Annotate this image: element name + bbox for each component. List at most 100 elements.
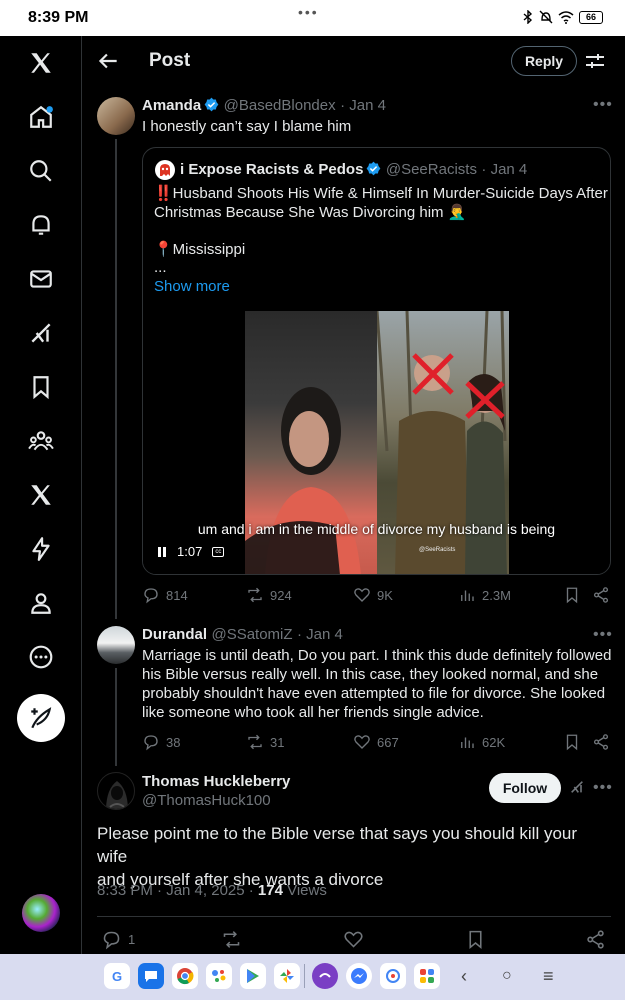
quote-text-line: ‼️Husband Shoots His Wife & Himself In M… [154,185,608,202]
avatar[interactable] [97,97,135,135]
left-navigation [0,36,82,954]
video-player[interactable]: @SeeRacists um and i am in the middle of… [143,310,610,574]
video-watermark: @SeeRacists [419,547,455,553]
reply-action[interactable]: 1 [101,929,135,950]
bookmark-icon[interactable] [563,733,581,751]
follow-button[interactable]: Follow [489,773,561,803]
author-name[interactable]: Thomas Huckleberry [142,773,290,790]
reply-count: 1 [128,932,136,947]
share-icon[interactable] [592,733,610,751]
quote-author-line: i Expose Racists & Pedos @SeeRacists · J… [180,161,527,179]
like-action[interactable]: 9K [353,586,393,604]
post-header: Post Reply [83,36,625,86]
share-icon[interactable] [592,586,610,604]
messages-app-icon[interactable] [138,963,164,989]
play-store-app-icon[interactable] [240,963,266,989]
repost-count: 31 [270,734,285,750]
bookmarks-icon[interactable] [22,368,60,406]
multiwindow-dots-icon[interactable]: ••• [298,4,319,20]
messenger-app-icon[interactable] [346,963,372,989]
repost-action[interactable]: 924 [246,586,292,604]
views-action[interactable]: 2.3M [458,586,511,604]
app-grid-icon[interactable] [414,963,440,989]
compose-post-button[interactable] [17,694,65,742]
reply-bubble-icon [103,931,120,950]
main-post-text: Please point me to the Bible verse that … [97,822,607,891]
post-text-line: Marriage is until death, Do you part. I … [142,647,612,664]
reply-count: 38 [166,734,181,750]
communities-icon[interactable] [22,422,60,460]
more-options-icon[interactable]: ••• [593,779,613,797]
assistant-app-icon[interactable] [206,963,232,989]
thread-line [115,139,117,619]
chrome-app-icon[interactable] [172,963,198,989]
home-nav-icon[interactable]: ○ [502,967,512,985]
quote-avatar [155,160,175,180]
pinwheel-app-icon[interactable] [274,963,300,989]
avatar[interactable] [97,626,135,664]
status-bar: 8:39 PM ••• 66 [0,0,625,36]
pause-icon[interactable] [157,546,167,557]
quote-author-handle: @SeeRacists [385,161,477,178]
search-icon[interactable] [22,152,60,190]
repost-icon [248,587,262,603]
google-app-icon[interactable]: G [104,963,130,989]
home-icon[interactable] [22,98,60,136]
x-logo-icon[interactable] [22,44,60,82]
quoted-post-card[interactable]: i Expose Racists & Pedos @SeeRacists · J… [142,147,611,575]
post-author-line: Durandal @SSatomiZ · Jan 4 [142,626,343,644]
avatar[interactable] [97,772,135,810]
author-handle[interactable]: @SSatomiZ [211,626,292,643]
back-arrow-icon[interactable] [95,48,121,74]
lightning-icon[interactable] [22,530,60,568]
camera-lens-app-icon[interactable] [380,963,406,989]
quote-location: 📍Mississippi [154,241,246,258]
system-taskbar: G ‹ ○ ≡ [0,954,625,1000]
author-handle[interactable]: @BasedBlondex [224,97,336,114]
bookmark-icon[interactable] [563,586,581,604]
recents-nav-icon[interactable]: ≡ [543,966,554,987]
author-name[interactable]: Durandal [142,626,207,643]
bookmark-icon[interactable] [465,929,486,950]
page-title: Post [149,50,191,71]
captions-icon[interactable]: cc [212,546,225,557]
podcast-app-icon[interactable] [312,963,338,989]
repost-action[interactable]: 31 [246,733,284,751]
feather-plus-icon [31,707,52,729]
post-text-line: his Bible versus really well. In this ca… [142,666,599,683]
more-options-icon[interactable]: ••• [593,626,613,644]
share-icon[interactable] [585,929,606,950]
views-chart-icon [461,590,474,601]
system-icons: 66 [522,10,603,24]
author-handle[interactable]: @ThomasHuck100 [142,792,271,809]
premium-x-icon[interactable] [22,476,60,514]
wifi-icon [558,10,574,24]
sliders-icon[interactable] [583,49,607,73]
back-nav-icon[interactable]: ‹ [461,966,467,987]
like-action[interactable]: 667 [353,733,399,751]
like-count: 9K [377,587,393,603]
ghost-icon [160,164,170,176]
author-name[interactable]: Amanda [142,97,201,114]
video-caption: um and i am in the middle of divorce my … [197,521,556,537]
post-timestamp[interactable]: 8:33 PM · Jan 4, 2025 · [97,882,258,899]
more-options-icon[interactable]: ••• [593,96,613,114]
views-label: Views [282,882,327,899]
grok-icon[interactable] [569,779,585,795]
repost-icon[interactable] [221,929,242,950]
notifications-bell-icon[interactable] [22,206,60,244]
heart-icon [354,588,370,602]
views-action[interactable]: 62K [458,733,505,751]
post-date[interactable]: · Jan 4 [297,626,343,643]
heart-icon[interactable] [343,929,364,950]
profile-icon[interactable] [22,584,60,622]
reply-action[interactable]: 814 [142,586,188,604]
account-avatar[interactable] [22,894,60,932]
reply-action[interactable]: 38 [142,733,180,751]
post-date[interactable]: · Jan 4 [340,97,386,114]
show-more-link[interactable]: Show more [154,277,230,296]
grok-icon[interactable] [22,314,60,352]
reply-button[interactable]: Reply [511,46,577,76]
more-circle-icon[interactable] [22,638,60,676]
messages-envelope-icon[interactable] [22,260,60,298]
